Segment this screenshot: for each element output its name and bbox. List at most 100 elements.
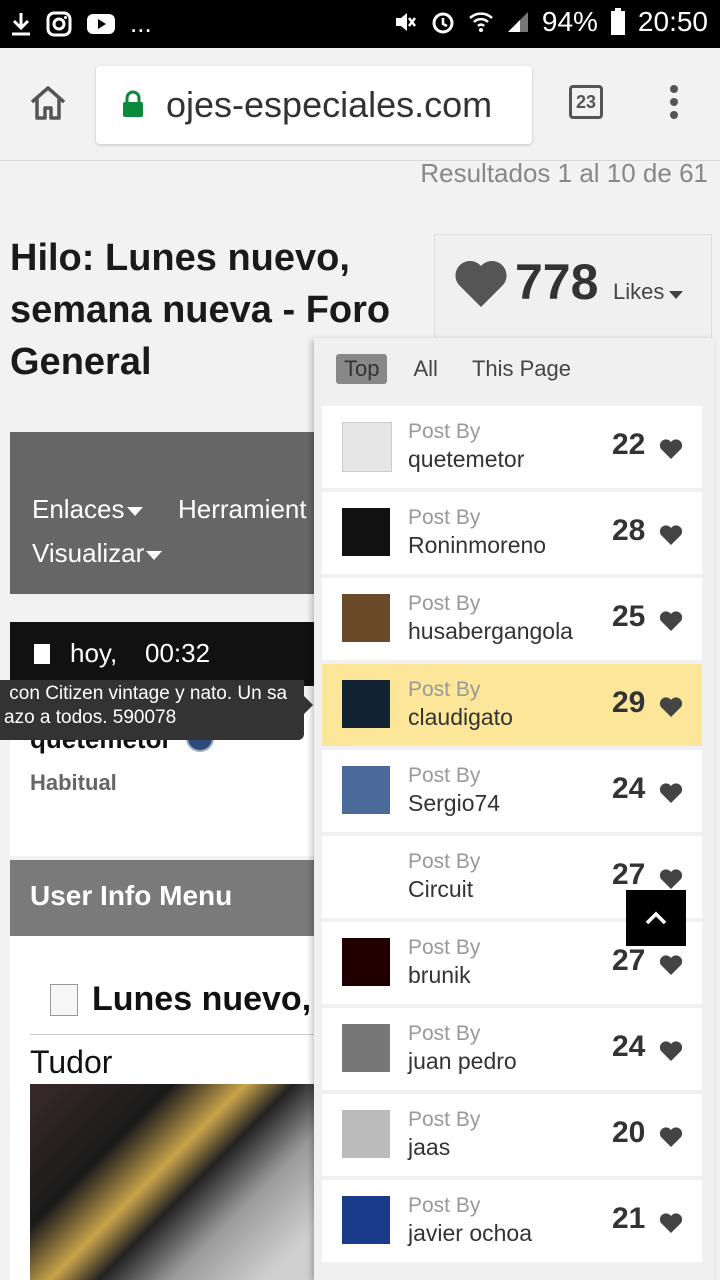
likes-list-item[interactable]: Post By husabergangola 25: [322, 578, 702, 660]
user-rank: Habitual: [30, 770, 117, 795]
chevron-down-icon: [669, 291, 683, 299]
post-by-label: Post By: [408, 1108, 481, 1131]
heart-icon: [659, 1041, 683, 1061]
like-count: 28: [612, 514, 646, 547]
likes-list-item[interactable]: Post By jaas 20: [322, 1094, 702, 1176]
post-time: 00:32: [145, 638, 211, 668]
nav-tools-menu[interactable]: Herramient: [178, 494, 307, 525]
chevron-down-icon: [126, 506, 143, 516]
tooltip: con Citizen vintage y nato. Un sa azo a …: [0, 680, 304, 740]
like-count: 21: [612, 1202, 646, 1235]
user-info-menu[interactable]: User Info Menu: [10, 860, 314, 936]
watch-avatar[interactable]: [342, 1024, 390, 1072]
like-username[interactable]: quetemetor: [408, 446, 524, 473]
like-count: 24: [612, 772, 646, 805]
heart-icon: [659, 439, 683, 459]
likes-toggle[interactable]: 778 Likes: [434, 234, 712, 346]
clock: 20:50: [637, 6, 708, 37]
post-by-label: Post By: [408, 936, 481, 959]
post-date: hoy,: [70, 638, 118, 668]
youtube-icon: [86, 13, 116, 35]
address-bar[interactable]: ojes-especiales.com: [96, 66, 532, 144]
battery-percent: 94%: [541, 6, 598, 37]
tab-switcher-button[interactable]: 23: [569, 85, 603, 119]
post-title: Lunes nuevo,: [92, 980, 312, 1018]
post-by-label: Post By: [408, 764, 481, 787]
post-by-label: Post By: [408, 850, 481, 873]
like-username[interactable]: brunik: [408, 962, 471, 989]
likes-list-item[interactable]: Post By quetemetor 22: [322, 406, 702, 488]
signal-icon: [506, 10, 530, 34]
like-count: 27: [612, 858, 646, 891]
likes-dropdown: Top All This Page Post By quetemetor 22 Pos…: [314, 338, 714, 1280]
chevron-up-icon: [645, 911, 667, 925]
like-username[interactable]: claudigato: [408, 704, 513, 731]
post-image: [30, 1084, 314, 1280]
like-count: 20: [612, 1116, 646, 1149]
skull-art-avatar[interactable]: [342, 852, 390, 900]
likes-list-item[interactable]: Post By claudigato 29: [322, 664, 702, 746]
post-by-label: Post By: [408, 592, 481, 615]
heart-icon: [659, 611, 683, 631]
heart-icon: [659, 783, 683, 803]
night-scene-avatar[interactable]: [342, 1196, 390, 1244]
default-avatar-icon[interactable]: [342, 422, 392, 472]
like-count: 24: [612, 1030, 646, 1063]
toucan-avatar[interactable]: [342, 938, 390, 986]
tab-this-page[interactable]: This Page: [464, 354, 579, 384]
divider: [30, 1034, 314, 1035]
more-notifications: ...: [130, 8, 152, 38]
post-by-label: Post By: [408, 506, 481, 529]
alarm-icon: [430, 9, 456, 35]
like-username[interactable]: Roninmoreno: [408, 532, 546, 559]
like-username[interactable]: husabergangola: [408, 618, 573, 645]
skull-avatar[interactable]: [342, 508, 390, 556]
cat-avatar[interactable]: [342, 680, 390, 728]
like-count: 22: [612, 428, 646, 461]
tab-all[interactable]: All: [405, 354, 445, 384]
like-username[interactable]: Circuit: [408, 876, 473, 903]
scroll-to-top-button[interactable]: [626, 890, 686, 946]
like-username[interactable]: Sergio74: [408, 790, 500, 817]
like-username[interactable]: javier ochoa: [408, 1220, 532, 1247]
heart-icon: [453, 257, 509, 314]
lock-icon: [122, 90, 144, 123]
nav-view-menu[interactable]: Visualizar: [32, 538, 163, 569]
like-count: 27: [612, 944, 646, 977]
likes-list-item[interactable]: Post By Roninmoreno 28: [322, 492, 702, 574]
heart-icon: [659, 1127, 683, 1147]
post-by-label: Post By: [408, 1022, 481, 1045]
nav-links-menu[interactable]: Enlaces: [32, 494, 143, 525]
chevron-down-icon: [146, 550, 163, 560]
battery-icon: [610, 8, 626, 36]
like-username[interactable]: juan pedro: [408, 1048, 517, 1075]
tooltip-arrow: [304, 696, 313, 714]
heart-icon: [659, 697, 683, 717]
document-icon: [34, 644, 50, 664]
motorcycle-avatar[interactable]: [342, 594, 390, 642]
wrist-watch-avatar[interactable]: [342, 1110, 390, 1158]
overflow-menu-icon[interactable]: [668, 84, 680, 125]
results-count: Resultados 1 al 10 de 61: [420, 158, 708, 188]
likes-filter-tabs: Top All This Page: [336, 354, 579, 384]
likes-list-item[interactable]: Post By javier ochoa 21: [322, 1180, 702, 1262]
like-username[interactable]: jaas: [408, 1134, 450, 1161]
post-date-bar: hoy, 00:32: [10, 622, 314, 686]
browser-toolbar: ojes-especiales.com 23: [0, 48, 720, 161]
wifi-icon: [468, 10, 494, 34]
post-by-label: Post By: [408, 678, 481, 701]
likes-count: 778: [515, 254, 599, 310]
instagram-icon: [46, 11, 72, 37]
heart-icon: [659, 525, 683, 545]
post-text: Tudor: [30, 1044, 113, 1080]
tab-top[interactable]: Top: [336, 354, 388, 384]
mute-icon: [392, 9, 418, 35]
url-text: ojes-especiales.com: [166, 84, 493, 125]
likes-list-item[interactable]: Post By juan pedro 24: [322, 1008, 702, 1090]
heart-icon: [659, 955, 683, 975]
download-icon: [10, 11, 32, 37]
cyclist-avatar[interactable]: [342, 766, 390, 814]
status-bar: ... 94% 20:50: [0, 0, 720, 48]
likes-list-item[interactable]: Post By Sergio74 24: [322, 750, 702, 832]
home-icon[interactable]: [28, 84, 68, 127]
